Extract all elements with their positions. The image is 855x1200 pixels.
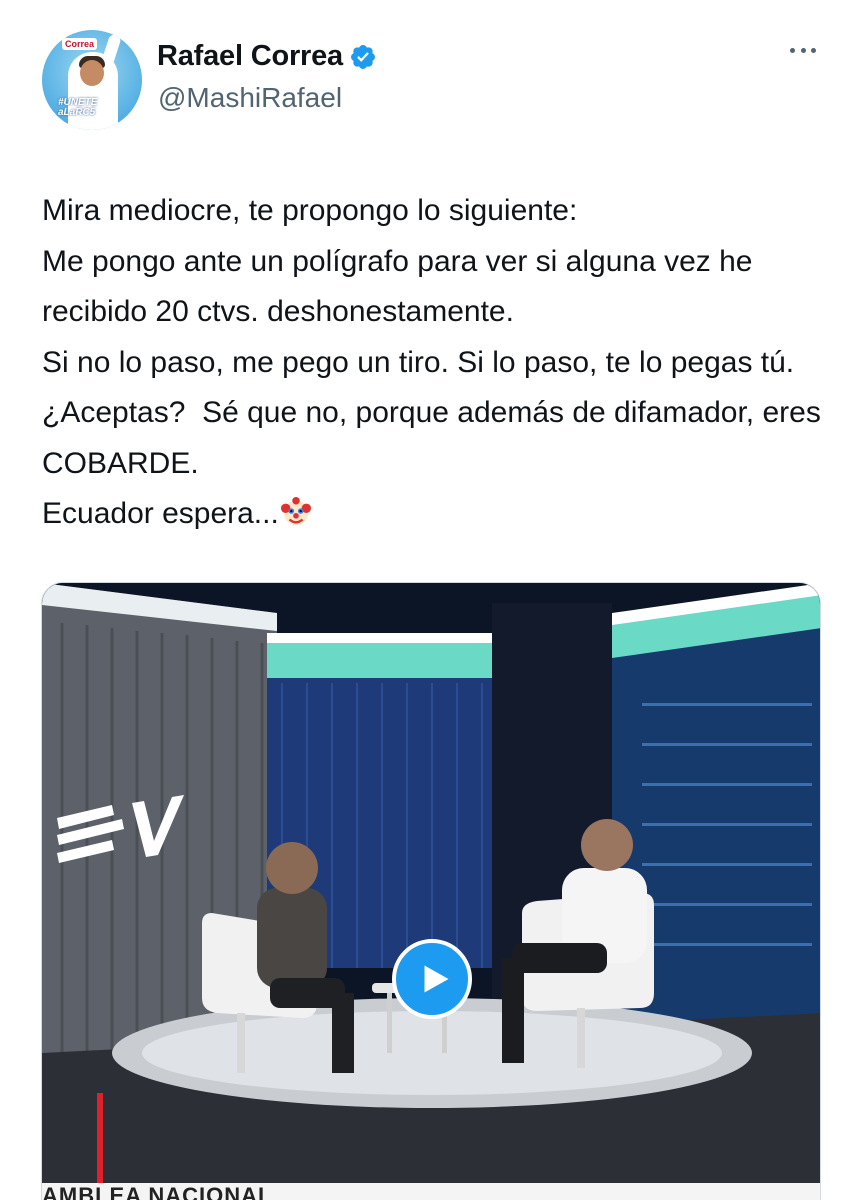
play-icon [424, 965, 449, 993]
author-name[interactable]: Rafael Correa [157, 40, 343, 73]
dot [790, 47, 795, 53]
author-name-row: Rafael Correa [157, 40, 377, 73]
lower-third-banner: AMBLEA NACIONAL [42, 1183, 820, 1200]
author-handle[interactable]: @MashiRafael [158, 82, 342, 114]
author-avatar[interactable]: Correa #UNETE aLaRC5 [42, 30, 142, 130]
dot [811, 47, 816, 53]
tweet-card: Correa #UNETE aLaRC5 Rafael Correa @Mash… [0, 0, 855, 1200]
video-thumbnail [42, 583, 820, 1200]
avatar-tag-line2: aLaRC5 [58, 107, 96, 118]
more-options-icon[interactable] [788, 40, 818, 60]
lower-third-accent [97, 1093, 103, 1183]
tweet-text: Mira mediocre, te propongo lo siguiente:… [42, 186, 822, 540]
clown-face-icon [280, 497, 311, 526]
verified-badge-icon[interactable] [349, 43, 377, 71]
dot [800, 47, 806, 53]
play-button[interactable] [392, 939, 472, 1019]
tweet-body: Mira mediocre, te propongo lo siguiente:… [42, 194, 821, 530]
avatar-face [80, 60, 104, 86]
avatar-campaign-tag: #UNETE aLaRC5 [58, 98, 126, 118]
lower-third-text: AMBLEA NACIONAL [42, 1183, 273, 1200]
video-media[interactable]: AMBLEA NACIONAL [41, 582, 821, 1200]
avatar-brand-text: Correa [62, 38, 98, 50]
